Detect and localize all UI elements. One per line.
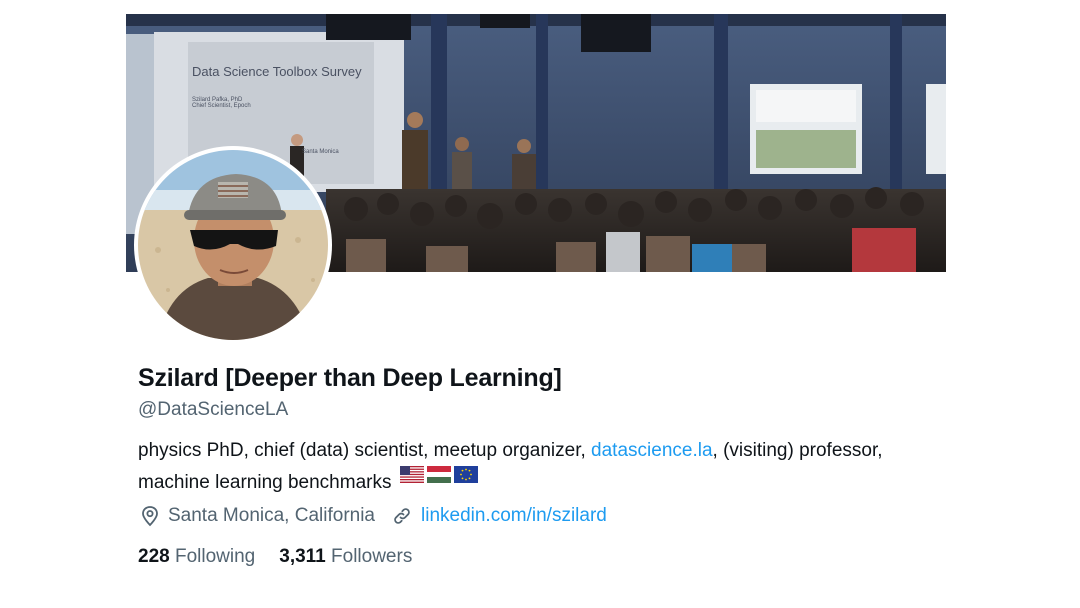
link-icon	[391, 505, 413, 527]
avatar-photo	[138, 150, 328, 340]
user-handle: @DataScienceLA	[138, 399, 289, 420]
slide-title: Data Science Toolbox Survey	[192, 64, 362, 79]
bio-link[interactable]: datascience.la	[591, 440, 712, 461]
slide-line-2: Chief Scientist, Epoch	[192, 103, 251, 109]
profile-bio: physics PhD, chief (data) scientist, mee…	[138, 437, 938, 496]
profile-avatar[interactable]	[134, 146, 332, 344]
followers-count: 3,311	[279, 546, 326, 567]
follow-stats: 228 Following 3,311 Followers	[138, 546, 412, 568]
following-count: 228	[138, 546, 170, 567]
hungary-flag-icon	[426, 464, 451, 491]
slide-footer: Santa Monica	[302, 149, 339, 155]
location-pin-icon	[140, 505, 160, 527]
bio-text-before-link: physics PhD, chief (data) scientist, mee…	[138, 440, 592, 461]
followers-stat[interactable]: 3,311 Followers	[279, 546, 412, 568]
eu-flag-icon	[453, 464, 478, 491]
following-label: Following	[174, 546, 256, 567]
following-stat[interactable]: 228 Following	[138, 546, 255, 568]
followers-label: Followers	[331, 546, 413, 567]
display-name: Szilard [Deeper than Deep Learning]	[138, 364, 562, 392]
location-text: Santa Monica, California	[168, 505, 375, 526]
profile-meta: Santa Monica, California linkedin.com/in…	[140, 505, 607, 527]
website-link[interactable]: linkedin.com/in/szilard	[421, 505, 607, 527]
us-flag-icon	[399, 464, 424, 491]
